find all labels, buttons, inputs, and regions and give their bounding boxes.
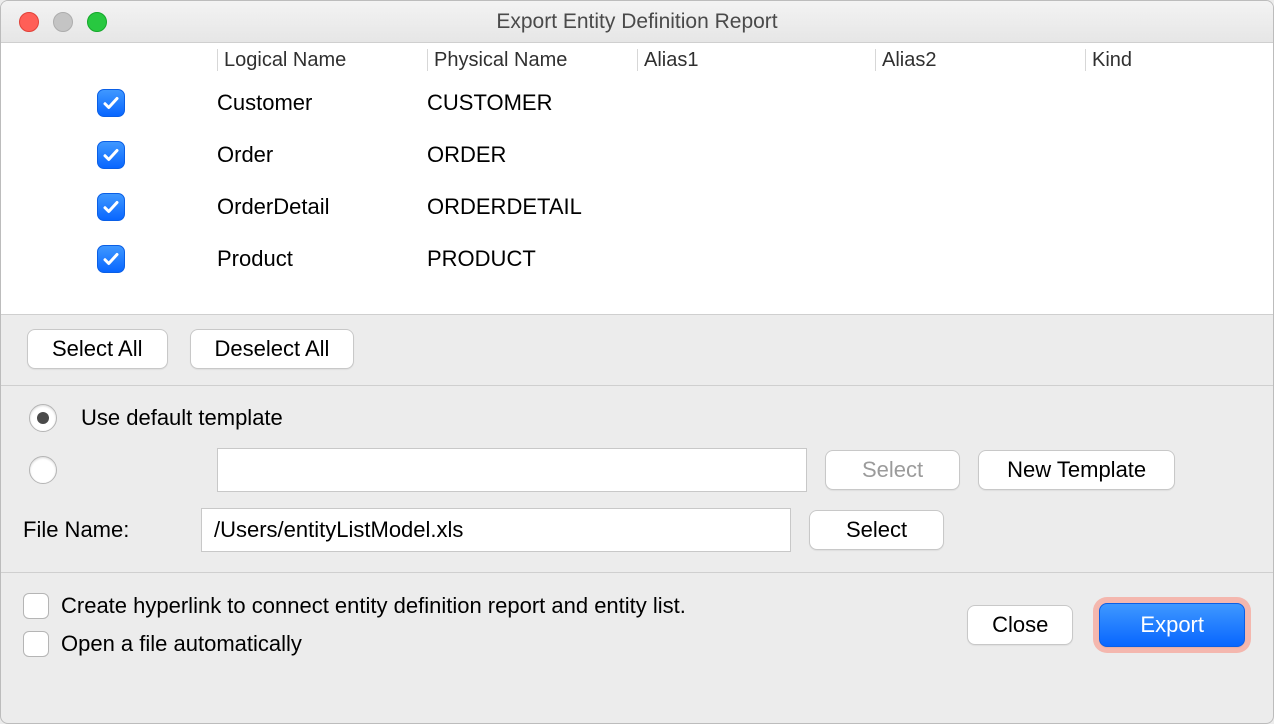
open-auto-label: Open a file automatically [61, 631, 302, 657]
file-select-button[interactable]: Select [809, 510, 944, 550]
use-default-template-label: Use default template [81, 405, 283, 431]
export-button[interactable]: Export [1099, 603, 1245, 647]
row-physical-name: ORDERDETAIL [427, 194, 637, 220]
default-template-row: Use default template [23, 404, 1251, 432]
radio-dot-icon [37, 412, 49, 424]
table-row[interactable]: CustomerCUSTOMER [1, 77, 1273, 129]
row-checkbox-cell [1, 141, 217, 169]
row-checkbox[interactable] [97, 245, 125, 273]
hyperlink-label: Create hyperlink to connect entity defin… [61, 593, 686, 619]
selection-button-row: Select All Deselect All [1, 315, 1273, 386]
row-logical-name: Product [217, 246, 427, 272]
custom-template-row: Select New Template [23, 448, 1251, 492]
options-group: Create hyperlink to connect entity defin… [23, 593, 686, 657]
deselect-all-button[interactable]: Deselect All [190, 329, 355, 369]
table-header-physical[interactable]: Physical Name [427, 49, 637, 71]
table-header-kind[interactable]: Kind [1085, 49, 1265, 71]
hyperlink-checkbox[interactable] [23, 593, 49, 619]
table-body: CustomerCUSTOMEROrderORDEROrderDetailORD… [1, 77, 1273, 285]
template-select-button: Select [825, 450, 960, 490]
table-row[interactable]: OrderORDER [1, 129, 1273, 181]
entity-table: Logical Name Physical Name Alias1 Alias2… [1, 43, 1273, 315]
export-button-focus-ring: Export [1093, 597, 1251, 653]
table-row[interactable]: ProductPRODUCT [1, 233, 1273, 285]
row-logical-name: Order [217, 142, 427, 168]
table-row[interactable]: OrderDetailORDERDETAIL [1, 181, 1273, 233]
file-name-input[interactable] [201, 508, 791, 552]
table-header-logical[interactable]: Logical Name [217, 49, 427, 71]
use-custom-template-radio[interactable] [29, 456, 57, 484]
table-header-alias1[interactable]: Alias1 [637, 49, 875, 71]
row-checkbox[interactable] [97, 193, 125, 221]
row-checkbox-cell [1, 89, 217, 117]
titlebar: Export Entity Definition Report [1, 1, 1273, 43]
file-name-label: File Name: [23, 517, 183, 543]
template-file-section: Use default template Select New Template… [1, 386, 1273, 573]
bottom-bar: Create hyperlink to connect entity defin… [1, 573, 1273, 675]
row-checkbox[interactable] [97, 141, 125, 169]
table-header-alias2[interactable]: Alias2 [875, 49, 1085, 71]
row-checkbox[interactable] [97, 89, 125, 117]
dialog-action-buttons: Close Export [967, 597, 1251, 653]
open-auto-checkbox[interactable] [23, 631, 49, 657]
row-logical-name: Customer [217, 90, 427, 116]
hyperlink-option-row: Create hyperlink to connect entity defin… [23, 593, 686, 619]
file-name-row: File Name: Select [23, 508, 1251, 552]
export-entity-definition-window: Export Entity Definition Report Logical … [0, 0, 1274, 724]
window-title: Export Entity Definition Report [1, 10, 1273, 34]
row-physical-name: ORDER [427, 142, 637, 168]
select-all-button[interactable]: Select All [27, 329, 168, 369]
row-physical-name: PRODUCT [427, 246, 637, 272]
close-button[interactable]: Close [967, 605, 1073, 645]
new-template-button[interactable]: New Template [978, 450, 1175, 490]
row-physical-name: CUSTOMER [427, 90, 637, 116]
row-logical-name: OrderDetail [217, 194, 427, 220]
table-header-row: Logical Name Physical Name Alias1 Alias2… [1, 43, 1273, 77]
table-header-checkbox [1, 49, 217, 71]
row-checkbox-cell [1, 245, 217, 273]
use-default-template-radio[interactable] [29, 404, 57, 432]
custom-template-path-input[interactable] [217, 448, 807, 492]
open-auto-option-row: Open a file automatically [23, 631, 686, 657]
row-checkbox-cell [1, 193, 217, 221]
